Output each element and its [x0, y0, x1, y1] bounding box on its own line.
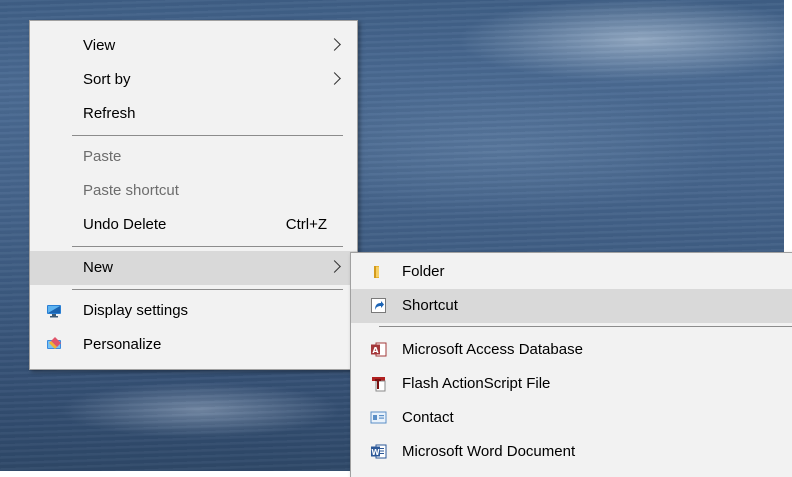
menu-item-display-settings[interactable]: Display settings [30, 294, 357, 328]
menu-item-label: Undo Delete [83, 216, 167, 233]
svg-text:W: W [371, 448, 380, 457]
menu-separator [379, 326, 792, 327]
shortcut-icon [370, 297, 387, 314]
svg-text:A: A [372, 346, 379, 355]
submenu-item-label: Contact [402, 409, 454, 426]
submenu-item-access-database[interactable]: A Microsoft Access Database [351, 333, 792, 367]
menu-item-label: Refresh [83, 105, 136, 122]
folder-icon [370, 263, 387, 280]
submenu-item-label: Microsoft Access Database [402, 341, 583, 358]
new-submenu: Folder Shortcut A Microsoft Access Datab… [350, 252, 792, 477]
word-document-icon: W [370, 443, 387, 460]
submenu-item-label: Microsoft Word Document [402, 443, 576, 460]
menu-item-label: New [83, 259, 114, 276]
submenu-item-folder[interactable]: Folder [351, 255, 792, 289]
menu-separator [72, 289, 343, 290]
menu-item-label: View [83, 37, 116, 54]
access-database-icon: A [370, 341, 387, 358]
submenu-item-label: Folder [402, 263, 445, 280]
flash-actionscript-icon [370, 375, 387, 392]
contact-icon [370, 409, 387, 426]
submenu-item-word-document[interactable]: W Microsoft Word Document [351, 435, 792, 469]
menu-separator [72, 135, 343, 136]
submenu-item-flash-actionscript[interactable]: Flash ActionScript File [351, 367, 792, 401]
menu-item-paste-shortcut: Paste shortcut [30, 174, 357, 208]
menu-item-new[interactable]: New [30, 251, 357, 285]
menu-item-label: Paste shortcut [83, 182, 179, 199]
menu-separator [72, 246, 343, 247]
keyboard-shortcut: Ctrl+Z [285, 216, 327, 233]
chevron-right-icon [328, 38, 341, 51]
submenu-item-label: Shortcut [402, 297, 458, 314]
menu-item-personalize[interactable]: Personalize [30, 328, 357, 362]
menu-item-refresh[interactable]: Refresh [30, 97, 357, 131]
display-settings-icon [46, 302, 63, 319]
menu-item-label: Sort by [83, 71, 131, 88]
menu-item-undo-delete[interactable]: Undo Delete Ctrl+Z [30, 208, 357, 242]
desktop-context-menu: View Sort by Refresh Paste Paste shortcu… [29, 20, 358, 370]
submenu-item-contact[interactable]: Contact [351, 401, 792, 435]
chevron-right-icon [328, 260, 341, 273]
menu-item-sort-by[interactable]: Sort by [30, 63, 357, 97]
menu-item-label: Personalize [83, 336, 162, 353]
submenu-item-shortcut[interactable]: Shortcut [351, 289, 792, 323]
submenu-item-label: Flash ActionScript File [402, 375, 551, 392]
menu-item-view[interactable]: View [30, 29, 357, 63]
personalize-icon [46, 336, 63, 353]
menu-item-label: Paste [83, 148, 122, 165]
menu-item-label: Display settings [83, 302, 189, 319]
menu-item-paste: Paste [30, 140, 357, 174]
chevron-right-icon [328, 72, 341, 85]
